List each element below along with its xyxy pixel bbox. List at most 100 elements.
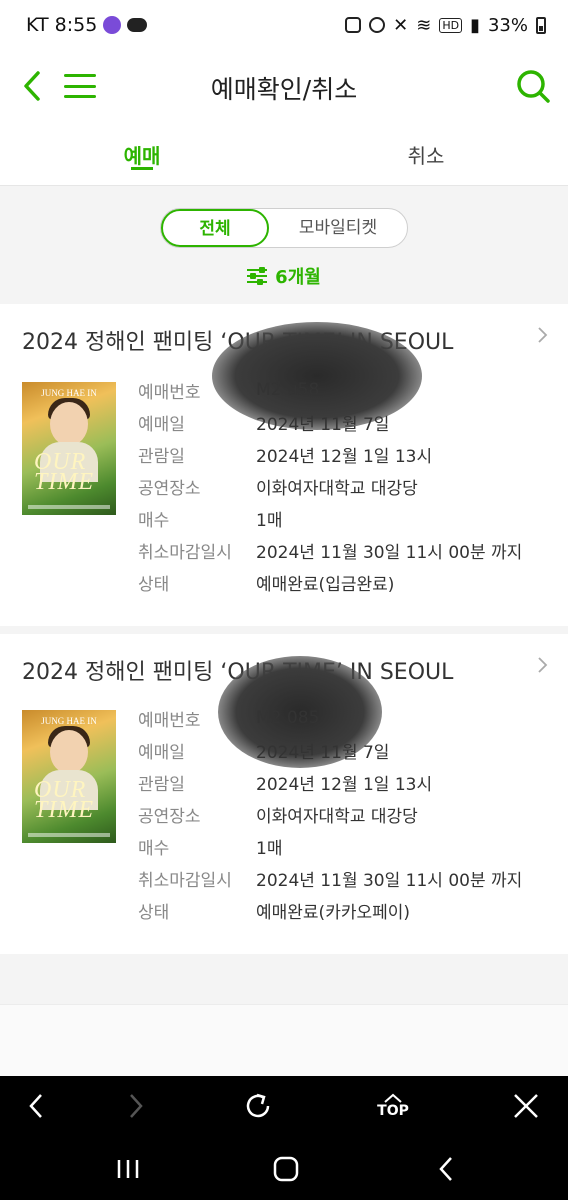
tab-booking[interactable]: 예매 bbox=[0, 122, 284, 185]
value-booking-date: 2024년 11월 7일 bbox=[256, 414, 390, 435]
label-status: 상태 bbox=[138, 902, 170, 923]
label-venue: 공연장소 bbox=[138, 478, 201, 499]
browser-back-button[interactable] bbox=[16, 1088, 56, 1124]
poster-footer bbox=[28, 833, 110, 837]
refresh-button[interactable] bbox=[238, 1088, 278, 1124]
recent-apps-icon bbox=[117, 1160, 139, 1178]
hd-badge: HD bbox=[439, 17, 463, 33]
sliders-icon bbox=[247, 267, 268, 285]
detail-row: 매수 1매 bbox=[138, 502, 548, 534]
value-venue: 이화여자대학교 대강당 bbox=[256, 806, 418, 827]
detail-row: 취소마감일시 2024년 11월 30일 11시 00분 까지 bbox=[138, 534, 548, 566]
menu-icon-line bbox=[64, 74, 96, 77]
system-nav-bar bbox=[0, 1136, 568, 1200]
label-cancel-deadline: 취소마감일시 bbox=[138, 542, 232, 563]
detail-row: 관람일 2024년 12월 1일 13시 bbox=[138, 766, 548, 798]
back-icon bbox=[24, 71, 40, 101]
show-poster[interactable]: JUNG HAE IN OUR TIME bbox=[22, 382, 116, 515]
carrier-time: KT 8:55 bbox=[26, 14, 98, 36]
browser-forward-button[interactable] bbox=[116, 1088, 156, 1124]
battery-percent: 33% bbox=[487, 14, 528, 36]
chevron-right-icon[interactable] bbox=[536, 326, 548, 344]
value-cancel-deadline: 2024년 11월 30일 11시 00분 까지 bbox=[256, 542, 523, 563]
browser-toolbar: TOP bbox=[0, 1076, 568, 1136]
notification-app-icon bbox=[103, 16, 122, 34]
label-count: 매수 bbox=[138, 510, 170, 531]
segment-mobile-ticket[interactable]: 모바일티켓 bbox=[269, 209, 407, 247]
detail-row: 상태 예매완료(입금완료) bbox=[138, 566, 548, 598]
signal-icon: ▮ bbox=[470, 14, 480, 36]
battery-icon bbox=[536, 16, 546, 34]
value-booking-date: 2024년 11월 7일 bbox=[256, 742, 390, 763]
menu-button[interactable] bbox=[64, 70, 96, 102]
value-count: 1매 bbox=[256, 510, 283, 531]
booking-card[interactable]: 2024 정해인 팬미팅 ‘OUR TIME’ IN SEOUL JUNG HA… bbox=[0, 634, 568, 954]
back-icon bbox=[439, 1157, 452, 1181]
menu-icon-line bbox=[64, 95, 96, 98]
value-status: 예매완료(입금완료) bbox=[256, 574, 395, 595]
label-booking-no: 예매번호 bbox=[138, 710, 201, 731]
poster-caption: JUNG HAE IN bbox=[41, 388, 97, 398]
booking-details: 예매번호 M2 u58 예매일 2024년 11월 7일 관람일 2024년 12월 … bbox=[138, 374, 548, 598]
lock-icon bbox=[345, 17, 362, 33]
segment-all[interactable]: 전체 bbox=[161, 209, 269, 247]
detail-row: 예매일 2024년 11월 7일 bbox=[138, 734, 548, 766]
label-view-date: 관람일 bbox=[138, 774, 185, 795]
alarm-icon bbox=[369, 17, 386, 33]
poster-art-text: OUR TIME bbox=[34, 449, 94, 495]
detail-row: 공연장소 이화여자대학교 대강당 bbox=[138, 798, 548, 830]
label-venue: 공연장소 bbox=[138, 806, 201, 827]
label-count: 매수 bbox=[138, 838, 170, 859]
value-view-date: 2024년 12월 1일 13시 bbox=[256, 446, 433, 467]
poster-face bbox=[50, 730, 88, 774]
detail-row: 예매일 2024년 11월 7일 bbox=[138, 406, 548, 438]
scroll-top-button[interactable]: TOP bbox=[372, 1088, 414, 1124]
top-icon bbox=[384, 1093, 402, 1103]
search-button[interactable] bbox=[514, 66, 552, 106]
tab-bar: 예매 취소 bbox=[0, 122, 568, 186]
refresh-icon bbox=[246, 1093, 270, 1118]
value-view-date: 2024년 12월 1일 13시 bbox=[256, 774, 433, 795]
label-booking-date: 예매일 bbox=[138, 414, 185, 435]
empty-area bbox=[0, 1004, 568, 1076]
recent-apps-button[interactable] bbox=[108, 1154, 148, 1184]
search-icon bbox=[517, 70, 550, 103]
back-button[interactable] bbox=[14, 66, 50, 106]
value-booking-no: M2 085 bbox=[256, 708, 320, 728]
value-count: 1매 bbox=[256, 838, 283, 859]
detail-row: 예매번호 M2 085 bbox=[138, 702, 548, 734]
menu-icon-line bbox=[64, 84, 96, 88]
top-label: TOP bbox=[377, 1103, 409, 1119]
period-filter-button[interactable]: 6개월 bbox=[0, 263, 568, 289]
show-poster[interactable]: JUNG HAE IN OUR TIME bbox=[22, 710, 116, 843]
value-booking-no: M2 u58 bbox=[256, 380, 320, 400]
wifi-icon: ≋ bbox=[416, 14, 432, 36]
detail-row: 공연장소 이화여자대학교 대강당 bbox=[138, 470, 548, 502]
value-cancel-deadline: 2024년 11월 30일 11시 00분 까지 bbox=[256, 870, 523, 891]
value-venue: 이화여자대학교 대강당 bbox=[256, 478, 418, 499]
home-icon bbox=[273, 1156, 299, 1182]
home-button[interactable] bbox=[266, 1154, 306, 1184]
poster-caption: JUNG HAE IN bbox=[41, 716, 97, 726]
detail-row: 취소마감일시 2024년 11월 30일 11시 00분 까지 bbox=[138, 862, 548, 894]
detail-row: 예매번호 M2 u58 bbox=[138, 374, 548, 406]
booking-card[interactable]: 2024 정해인 팬미팅 ‘OUR TIME’ IN SEOUL JUNG HA… bbox=[0, 304, 568, 626]
forward-arrow-icon bbox=[130, 1094, 143, 1118]
close-button[interactable] bbox=[506, 1088, 546, 1124]
label-booking-date: 예매일 bbox=[138, 742, 185, 763]
label-status: 상태 bbox=[138, 574, 170, 595]
poster-art-text: OUR TIME bbox=[34, 777, 94, 823]
detail-row: 관람일 2024년 12월 1일 13시 bbox=[138, 438, 548, 470]
poster-face bbox=[50, 402, 88, 446]
period-label: 6개월 bbox=[275, 267, 321, 288]
booking-details: 예매번호 M2 085 예매일 2024년 11월 7일 관람일 2024년 12월 … bbox=[138, 702, 548, 926]
chevron-right-icon[interactable] bbox=[536, 656, 548, 674]
value-status: 예매완료(카카오페이) bbox=[256, 902, 411, 923]
tab-cancel[interactable]: 취소 bbox=[284, 122, 568, 185]
system-back-button[interactable] bbox=[426, 1154, 466, 1184]
label-view-date: 관람일 bbox=[138, 446, 185, 467]
detail-row: 상태 예매완료(카카오페이) bbox=[138, 894, 548, 926]
detail-row: 매수 1매 bbox=[138, 830, 548, 862]
cloud-icon bbox=[127, 18, 148, 32]
segmented-control: 전체 모바일티켓 bbox=[160, 208, 408, 248]
